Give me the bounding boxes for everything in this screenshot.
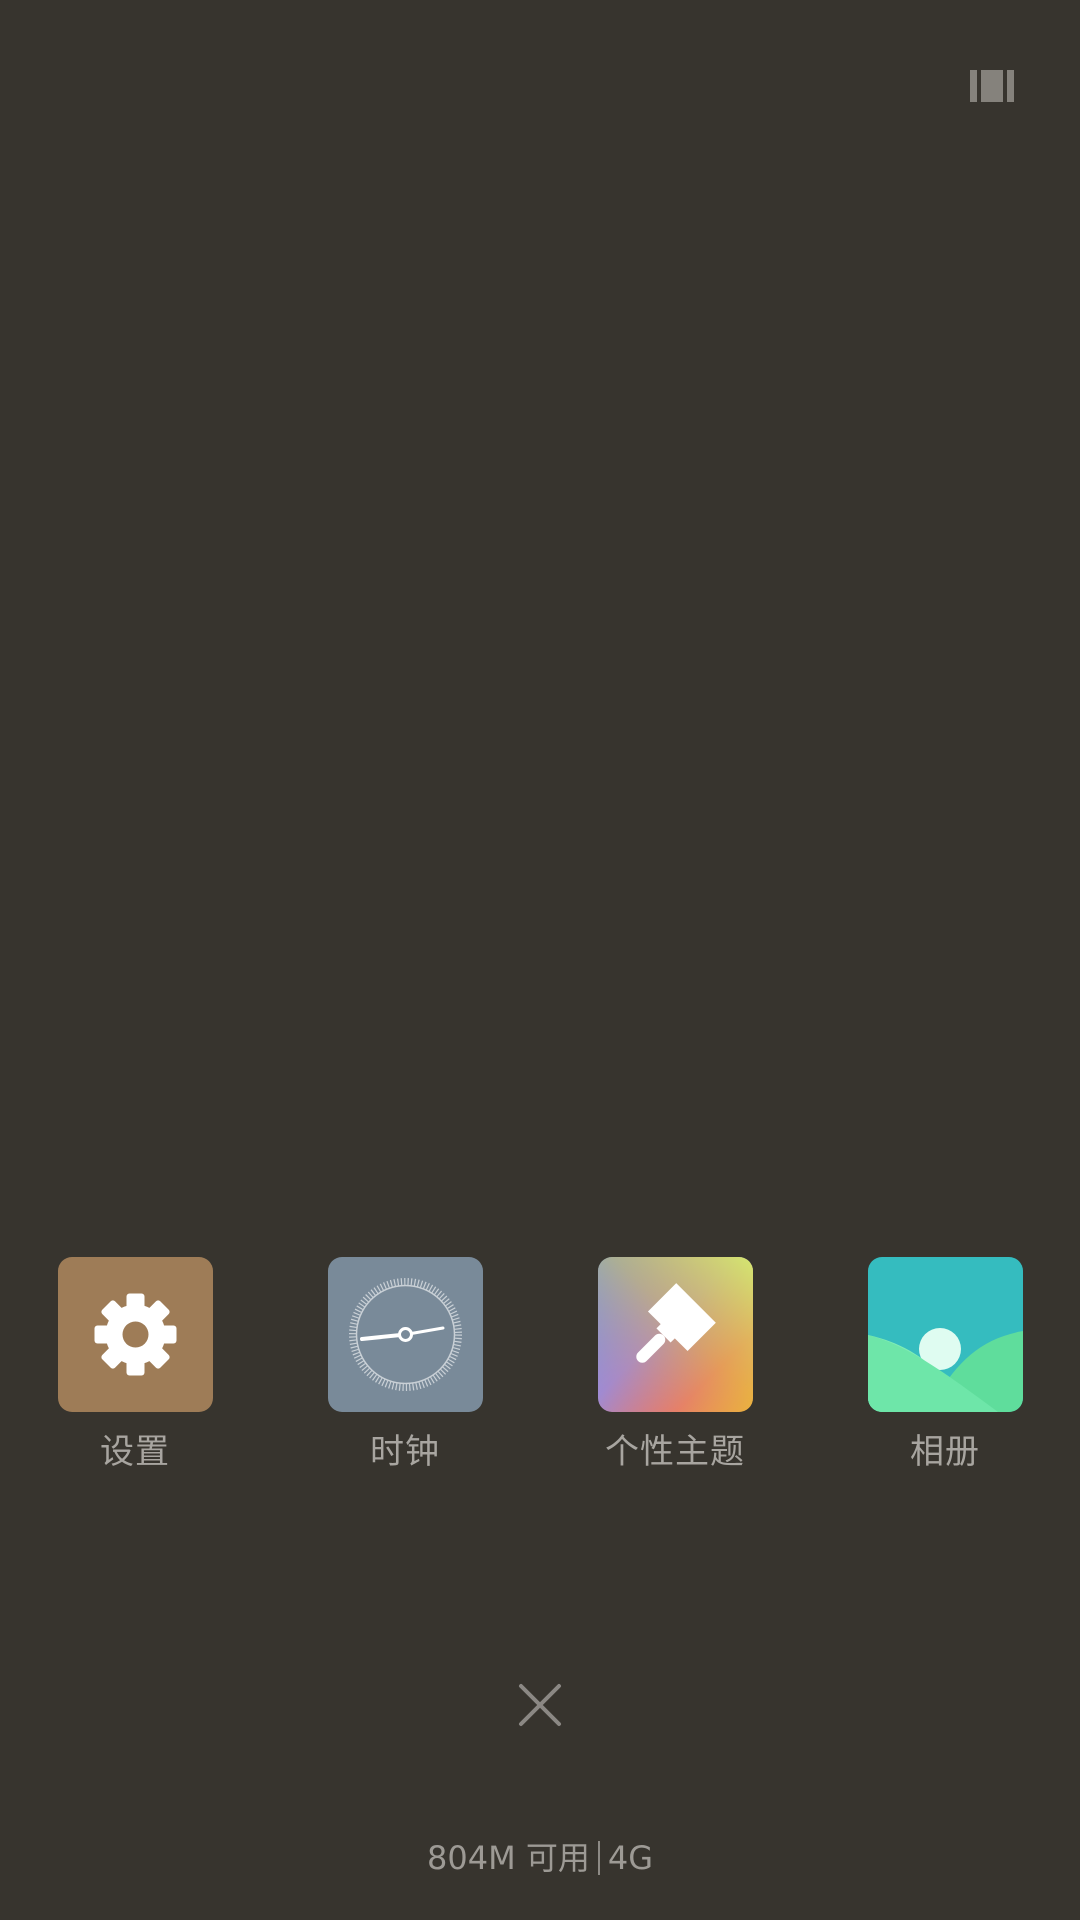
close-icon [519, 1684, 561, 1726]
clock-icon[interactable] [328, 1257, 483, 1412]
app-settings[interactable]: 设置 [35, 1257, 235, 1487]
app-label-settings: 设置 [100, 1432, 170, 1472]
recent-apps-dock: 设置 时钟 个性主题 相册 [0, 1257, 1080, 1487]
paintbrush-icon[interactable] [598, 1257, 753, 1412]
app-themes[interactable]: 个性主题 [575, 1257, 775, 1487]
network-type: 4G [607, 1839, 654, 1877]
close-button[interactable] [518, 1683, 562, 1727]
gear-icon[interactable] [58, 1257, 213, 1412]
gallery-icon[interactable] [868, 1257, 1023, 1412]
memory-status: 804M 可用 4G [0, 1838, 1080, 1878]
app-label-gallery: 相册 [910, 1432, 980, 1472]
memory-available: 804M 可用 [426, 1839, 590, 1877]
view-toggle-icon[interactable] [970, 70, 1014, 102]
app-gallery[interactable]: 相册 [845, 1257, 1045, 1487]
app-label-clock: 时钟 [370, 1432, 440, 1472]
status-divider [597, 1841, 600, 1875]
app-label-themes: 个性主题 [605, 1432, 745, 1472]
app-clock[interactable]: 时钟 [305, 1257, 505, 1487]
